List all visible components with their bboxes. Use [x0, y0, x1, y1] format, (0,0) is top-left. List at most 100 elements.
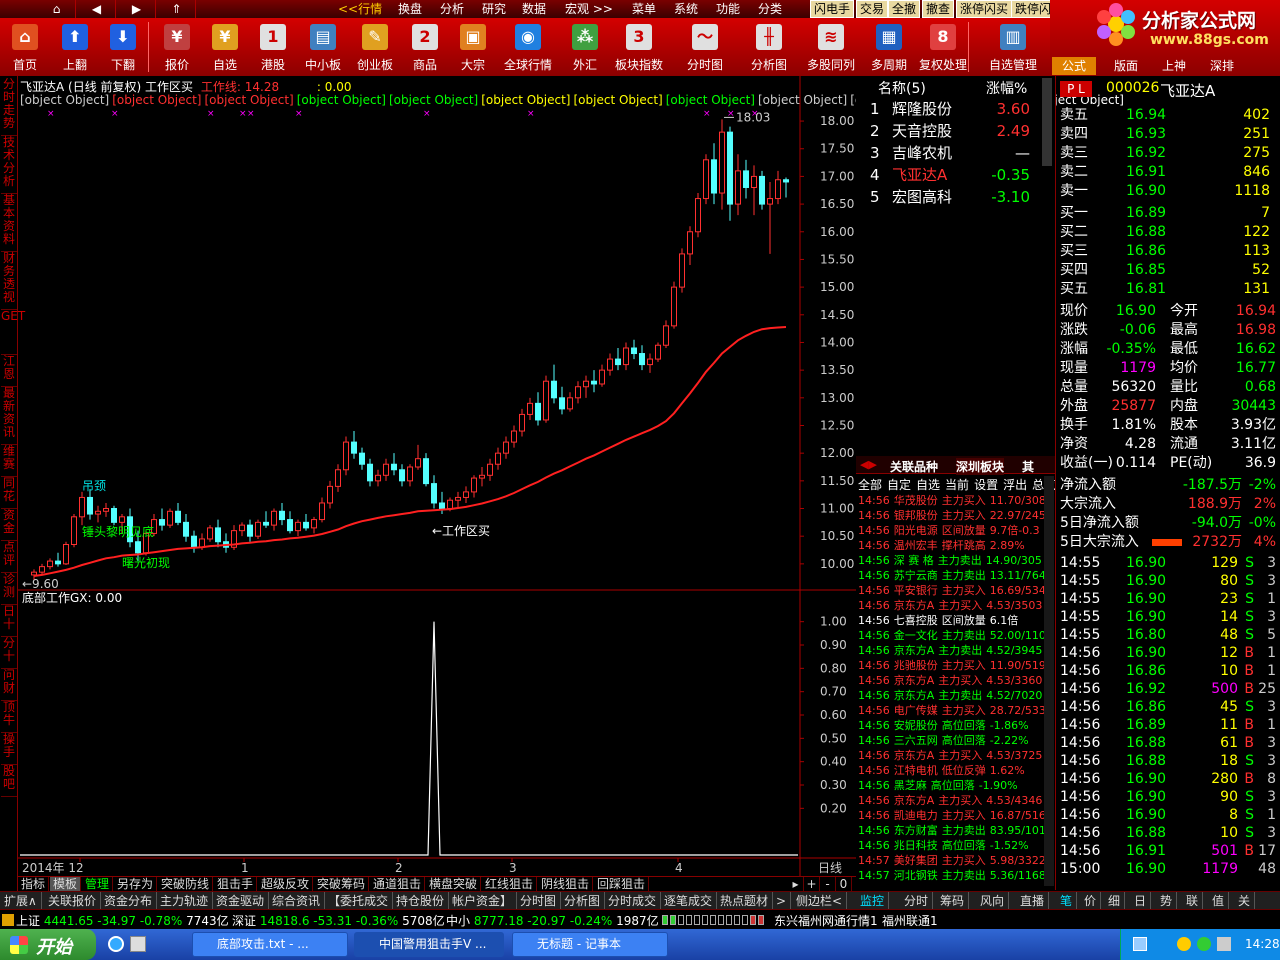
toolbar-arrow-up-button[interactable]: ⬆ 上翻: [50, 18, 100, 76]
chart-control-2[interactable]: -: [820, 877, 836, 892]
radar-row[interactable]: 14:56 阳光电源 区间放量 9.7倍-0.3: [858, 523, 1056, 538]
function-tab-9[interactable]: 分时图: [516, 892, 562, 910]
toolbar-manage-button[interactable]: ▥ 自选管理: [988, 18, 1038, 76]
radar-row[interactable]: 14:56 京东方A 主力买入 4.53/3725: [858, 748, 1056, 763]
toolbar-chart-edit-button[interactable]: ✎ 创业板: [350, 18, 400, 76]
toolbar-period-chart-button[interactable]: ▦ 多周期: [864, 18, 914, 76]
notepad-task-2[interactable]: 无标题 - 记事本: [512, 932, 668, 957]
rank-list-item[interactable]: 3 吉峰农机 —: [860, 142, 1050, 164]
tab-prev-icon[interactable]: ◀▶: [860, 458, 877, 471]
left-tab-2[interactable]: 基本资料: [1, 194, 17, 252]
toolbar-line-chart-button[interactable]: 〜分时图: [680, 18, 730, 76]
rank-header-change[interactable]: 涨幅%: [986, 78, 1027, 98]
forward-nav-icon[interactable]: ▶: [118, 0, 156, 18]
left-tab-13[interactable]: 分十: [1, 637, 17, 669]
toolbar-calendar-1-button[interactable]: 1 港股: [248, 18, 298, 76]
radar-row[interactable]: 14:56 电广传媒 主力买入 28.72/533: [858, 703, 1056, 718]
left-tab-8[interactable]: 同花: [1, 477, 17, 509]
left-tab-10[interactable]: 点评: [1, 541, 17, 573]
tool-right-2[interactable]: 上神: [1152, 57, 1196, 75]
toolbar-yen-button[interactable]: ¥ 报价: [152, 18, 202, 76]
rank-list-item[interactable]: 2 天音控股 2.49: [860, 120, 1050, 142]
function-tab-15[interactable]: 侧边栏<: [792, 892, 848, 910]
menu-item-5[interactable]: 宏观 >>: [565, 0, 613, 18]
side-tab-0[interactable]: 监控: [856, 892, 890, 910]
radar-row[interactable]: 14:56 兆驰股份 主力买入 11.90/519: [858, 658, 1056, 673]
radar-row[interactable]: 14:56 京东方A 主力买入 4.53/3503: [858, 598, 1056, 613]
candlestick-chart[interactable]: 18.00 17.50 17.00 16.50 16.00 15.50 15.00 14.50…: [18, 76, 856, 876]
toolbar-globe-button[interactable]: ◉ 全球行情: [503, 18, 553, 76]
menu-item-6[interactable]: 菜单: [632, 0, 656, 18]
radar-filter-5[interactable]: 浮出: [1003, 478, 1027, 492]
up-nav-icon[interactable]: ⇑: [158, 0, 196, 18]
function-tab-11[interactable]: 分时成交: [604, 892, 662, 910]
volume-icon[interactable]: [1217, 937, 1231, 951]
menu-item-8[interactable]: 功能: [716, 0, 740, 18]
radar-filter-3[interactable]: 当前: [945, 478, 969, 492]
radar-row[interactable]: 14:56 兆日科技 高位回落 -1.52%: [858, 838, 1056, 853]
radar-filter-2[interactable]: 自选: [916, 478, 940, 492]
toolbar-yen-star-button[interactable]: ¥ 自选: [200, 18, 250, 76]
left-tab-6[interactable]: 最新资讯: [1, 387, 17, 445]
rank-list-item[interactable]: 5 宏图高科 -3.10: [860, 186, 1050, 208]
function-tab-13[interactable]: 热点题材: [716, 892, 774, 910]
shield-icon[interactable]: [1197, 937, 1211, 951]
menu-item-9[interactable]: 分类: [758, 0, 782, 18]
radar-row[interactable]: 14:56 东方财富 主力卖出 83.95/101: [858, 823, 1056, 838]
left-tab-16[interactable]: 操手: [1, 733, 17, 765]
tool-right-3[interactable]: 深排: [1200, 57, 1244, 75]
function-tab-14[interactable]: >: [772, 892, 792, 910]
radar-tab-1[interactable]: 深圳板块: [956, 458, 1005, 475]
menu-item-7[interactable]: 系统: [674, 0, 698, 18]
radar-row[interactable]: 14:56 安妮股份 高位回落 -1.86%: [858, 718, 1056, 733]
toolbar-rights-button[interactable]: 8 复权处理: [918, 18, 968, 76]
radar-row[interactable]: 14:56 京东方A 主力卖出 4.52/3945: [858, 643, 1056, 658]
side-tab-3[interactable]: 风向: [976, 892, 1010, 910]
rank-list-item[interactable]: 1 辉隆股份 3.60: [860, 98, 1050, 120]
toolbar-calendar-3-button[interactable]: 3 板块指数: [614, 18, 664, 76]
top-button-2[interactable]: 全撤: [888, 0, 921, 18]
side-tab-9[interactable]: 势: [1156, 892, 1178, 910]
radar-row[interactable]: 14:56 七喜控股 区间放量 6.1倍: [858, 613, 1056, 628]
function-tab-7[interactable]: 持仓股份: [392, 892, 450, 910]
indicator-tab-7[interactable]: 突破筹码: [314, 877, 370, 892]
indicator-tab-2[interactable]: 管理: [82, 877, 114, 892]
indicator-tab-11[interactable]: 阴线狙击: [538, 877, 594, 892]
function-tab-2[interactable]: 资金分布: [100, 892, 158, 910]
start-button[interactable]: 开始: [0, 929, 96, 960]
radar-row[interactable]: 14:56 银邦股份 主力买入 22.97/245: [858, 508, 1056, 523]
side-tab-1[interactable]: 分时: [900, 892, 934, 910]
desktop-icon[interactable]: [130, 936, 146, 952]
pl-button[interactable]: P L: [1060, 81, 1092, 97]
side-tab-8[interactable]: 日: [1130, 892, 1152, 910]
radar-row[interactable]: 14:56 京东方A 主力卖出 4.52/7020: [858, 688, 1056, 703]
chart-control-3[interactable]: 0: [836, 877, 852, 892]
radar-row[interactable]: 14:56 京东方A 主力买入 4.53/4346: [858, 793, 1056, 808]
toolbar-calendar-2-button[interactable]: 2 商品: [400, 18, 450, 76]
side-tab-7[interactable]: 细: [1104, 892, 1126, 910]
side-tab-11[interactable]: 值: [1208, 892, 1230, 910]
radar-row[interactable]: 14:56 凯迪电力 主力买入 16.87/516: [858, 808, 1056, 823]
chart-control-1[interactable]: +: [804, 877, 820, 892]
chart-control-0[interactable]: ▸: [788, 877, 804, 892]
side-tab-6[interactable]: 价: [1080, 892, 1102, 910]
radar-filter-1[interactable]: 自定: [887, 478, 911, 492]
indicator-tab-0[interactable]: 指标: [18, 877, 50, 892]
left-tab-3[interactable]: 财务透视: [1, 252, 17, 310]
indicator-tab-6[interactable]: 超级反攻: [258, 877, 314, 892]
indicator-tab-3[interactable]: 另存为: [114, 877, 158, 892]
function-tab-5[interactable]: 综合资讯: [268, 892, 326, 910]
left-tab-17[interactable]: 股吧: [1, 765, 17, 797]
toolbar-candle-chart-button[interactable]: ╫ 分析图: [744, 18, 794, 76]
radar-tab-0[interactable]: 关联品种: [890, 458, 938, 475]
toolbar-arrow-down-button[interactable]: ⬇ 下翻: [98, 18, 148, 76]
radar-row[interactable]: 14:56 三六五网 高位回落 -2.22%: [858, 733, 1056, 748]
radar-scrollbar[interactable]: [1044, 476, 1054, 886]
indicator-tab-5[interactable]: 狙击手: [214, 877, 258, 892]
network-icon[interactable]: [1133, 937, 1147, 951]
left-tab-15[interactable]: 顶牛: [1, 701, 17, 733]
radar-filter-4[interactable]: 设置: [974, 478, 998, 492]
function-tab-12[interactable]: 逐笔成交: [660, 892, 718, 910]
side-tab-4[interactable]: 直播: [1016, 892, 1050, 910]
back-nav-icon[interactable]: ◀: [78, 0, 116, 18]
